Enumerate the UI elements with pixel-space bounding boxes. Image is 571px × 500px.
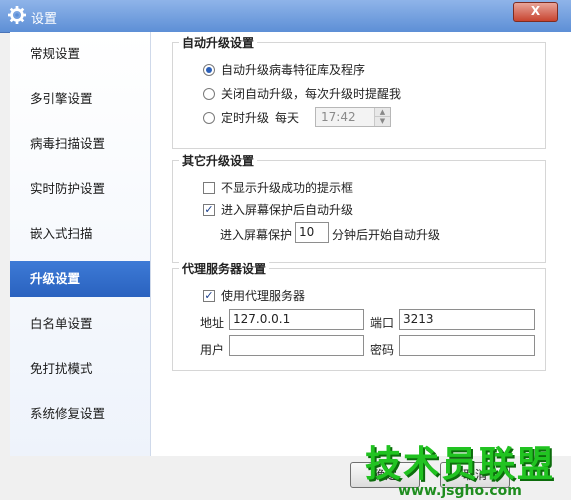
radio-remind-upgrade[interactable]: 关闭自动升级，每次升级时提醒我 [203,85,401,102]
radio-button[interactable] [203,111,215,124]
radio-scheduled-upgrade-label: 定时升级 [221,111,270,125]
proxy-port-label: 端口 [370,316,395,330]
radio-remind-upgrade-label: 关闭自动升级，每次升级时提醒我 [221,87,402,101]
radio-button[interactable] [203,87,215,100]
checkmark-icon[interactable]: ✓ [203,203,215,216]
checkbox-screensaver-upgrade-label: 进入屏幕保护后自动升级 [221,203,354,217]
sidebar-item-whitelist[interactable]: 白名单设置 [10,306,150,342]
checkbox-use-proxy[interactable]: ✓ 使用代理服务器 [203,287,305,304]
auto-upgrade-title: 自动升级设置 [179,34,258,51]
checkmark-icon[interactable]: ✓ [203,289,215,302]
sidebar-item-realtime-protection[interactable]: 实时防护设置 [10,171,150,207]
radio-button-checked[interactable] [203,63,215,76]
screensaver-prefix-label: 进入屏幕保护 [220,228,293,242]
screensaver-suffix-label: 分钟后开始自动升级 [332,228,441,242]
sidebar-item-virus-scan[interactable]: 病毒扫描设置 [10,126,150,162]
checkbox-no-popup[interactable]: 不显示升级成功的提示框 [203,179,353,196]
cancel-button[interactable]: 取消 [440,462,510,488]
sidebar-item-embedded-scan[interactable]: 嵌入式扫描 [10,216,150,252]
ok-button[interactable]: 确定 [350,462,420,488]
proxy-address-input[interactable]: 127.0.0.1 [229,309,364,330]
settings-gear-icon [8,6,26,24]
radio-auto-upgrade[interactable]: 自动升级病毒特征库及程序 [203,61,365,78]
screensaver-minutes-input[interactable]: 10 [295,222,329,243]
sidebar-item-multi-engine[interactable]: 多引擎设置 [10,81,150,117]
window-title: 设置 [31,12,58,27]
radio-auto-upgrade-label: 自动升级病毒特征库及程序 [221,63,366,77]
daily-label: 每天 [275,111,300,125]
dialog-footer: 确定 取消 [10,456,571,500]
schedule-time-input[interactable]: 17:42 ▲ ▼ [315,107,391,127]
settings-content: 自动升级设置 自动升级病毒特征库及程序 关闭自动升级，每次升级时提醒我 定时升级… [151,32,571,456]
checkbox-screensaver-upgrade[interactable]: ✓ 进入屏幕保护后自动升级 [203,201,353,218]
proxy-title: 代理服务器设置 [179,260,270,277]
checkbox-unchecked[interactable] [203,181,215,194]
proxy-address-label: 地址 [200,316,225,330]
settings-window: 设置 X 常规设置 多引擎设置 病毒扫描设置 实时防护设置 嵌入式扫描 升级设置… [0,0,571,500]
checkbox-no-popup-label: 不显示升级成功的提示框 [221,181,354,195]
close-button[interactable]: X [513,2,558,22]
proxy-user-label: 用户 [200,343,225,357]
radio-scheduled-upgrade[interactable]: 定时升级 每天 [203,109,299,126]
sidebar-item-system-repair[interactable]: 系统修复设置 [10,396,150,432]
sidebar: 常规设置 多引擎设置 病毒扫描设置 实时防护设置 嵌入式扫描 升级设置 白名单设… [10,32,151,456]
proxy-password-label: 密码 [370,343,395,357]
sidebar-item-general[interactable]: 常规设置 [10,36,150,72]
schedule-time-value: 17:42 [321,110,356,124]
sidebar-item-upgrade[interactable]: 升级设置 [10,261,150,297]
spin-down-icon[interactable]: ▼ [374,116,390,126]
other-upgrade-title: 其它升级设置 [179,152,258,169]
checkbox-use-proxy-label: 使用代理服务器 [221,289,306,303]
proxy-port-input[interactable]: 3213 [399,309,535,330]
proxy-password-input[interactable] [399,335,535,356]
title-bar[interactable]: 设置 X [0,0,571,33]
sidebar-item-do-not-disturb[interactable]: 免打扰模式 [10,351,150,387]
proxy-user-input[interactable] [229,335,364,356]
